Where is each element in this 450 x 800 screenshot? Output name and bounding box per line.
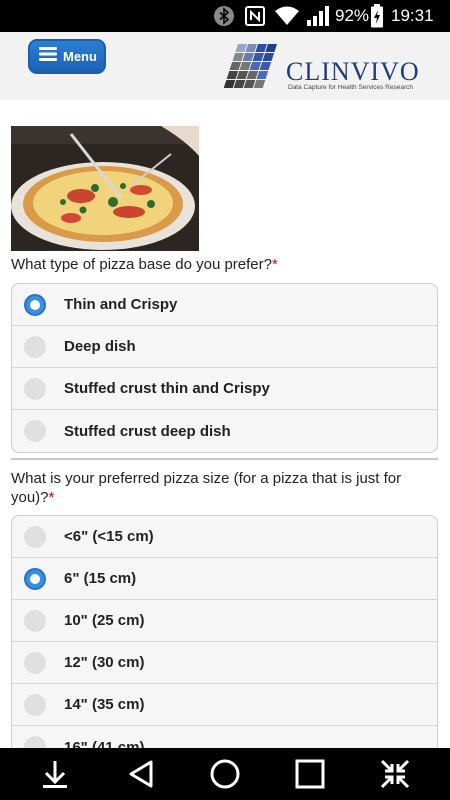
question-text: What type of pizza base do you prefer? — [11, 256, 272, 273]
question-pizza-size: What is your preferred pizza size (for a… — [11, 469, 431, 507]
radio-unselected-icon[interactable] — [24, 377, 46, 400]
navigation-bar — [0, 748, 450, 800]
pizza-image — [11, 126, 199, 251]
logo-wordmark: CLINVIVO — [286, 57, 420, 86]
nfc-icon — [244, 4, 266, 28]
pizza-size-options: <6" (<15 cm) 6" (15 cm) 10" (25 cm) 12" … — [11, 515, 438, 748]
survey-content[interactable]: What type of pizza base do you prefer?* … — [0, 100, 450, 748]
radio-unselected-icon[interactable] — [24, 693, 46, 716]
app-header: Menu CLINVIVO Data Capture for Health Se… — [0, 32, 450, 101]
pizza-base-options: Thin and Crispy Deep dish Stuffed crust … — [11, 283, 438, 453]
radio-unselected-icon[interactable] — [24, 525, 46, 548]
clinvivo-logo: CLINVIVO Data Capture for Health Service… — [223, 44, 430, 96]
option-label: Deep dish — [64, 338, 136, 355]
radio-selected-icon[interactable] — [24, 567, 46, 590]
battery-icon — [369, 4, 385, 28]
option-label: Stuffed crust deep dish — [64, 422, 231, 440]
option-label: 16" (41 cm) — [64, 738, 145, 749]
question-pizza-base: What type of pizza base do you prefer?* — [11, 255, 431, 274]
bluetooth-icon — [213, 4, 235, 28]
radio-unselected-icon[interactable] — [24, 420, 46, 442]
status-bar: 92% 19:31 — [0, 0, 450, 32]
option-label: 14" (35 cm) — [64, 696, 145, 713]
option-label: 10" (25 cm) — [64, 612, 145, 629]
menu-label: Menu — [63, 49, 97, 64]
option-label: Stuffed crust thin and Crispy — [64, 380, 270, 397]
logo-tagline: Data Capture for Health Services Researc… — [288, 84, 414, 91]
wifi-icon — [274, 4, 300, 28]
option-label: 12" (30 cm) — [64, 654, 145, 671]
clock: 19:31 — [391, 6, 434, 25]
battery-percent: 92% — [335, 6, 370, 25]
required-marker: * — [271, 256, 278, 273]
option-label: 6" (15 cm) — [64, 570, 137, 587]
radio-unselected-icon[interactable] — [24, 609, 46, 632]
option-stuffed-crust-deep[interactable]: Stuffed crust deep dish — [12, 410, 437, 452]
menu-button[interactable]: Menu — [28, 39, 106, 74]
question-text: What is your preferred pizza size (for a… — [11, 470, 402, 506]
option-size-16[interactable]: 16" (41 cm) — [12, 726, 437, 748]
radio-unselected-icon[interactable] — [24, 736, 46, 748]
radio-unselected-icon[interactable] — [24, 335, 46, 358]
question-divider — [11, 458, 438, 460]
option-size-6[interactable]: 6" (15 cm) — [12, 558, 437, 600]
home-icon[interactable] — [207, 756, 243, 792]
option-size-10[interactable]: 10" (25 cm) — [12, 600, 437, 642]
option-size-14[interactable]: 14" (35 cm) — [12, 684, 437, 726]
hamburger-icon — [39, 46, 57, 67]
option-label: Thin and Crispy — [64, 296, 178, 313]
radio-selected-icon[interactable] — [24, 293, 46, 316]
option-stuffed-crust-thin[interactable]: Stuffed crust thin and Crispy — [12, 368, 437, 410]
radio-unselected-icon[interactable] — [24, 651, 46, 674]
collapse-icon[interactable] — [377, 756, 413, 792]
signal-icon — [305, 4, 331, 28]
recents-icon[interactable] — [292, 756, 328, 792]
option-label: <6" (<15 cm) — [64, 528, 154, 545]
logo-grid-icon — [223, 44, 277, 88]
download-icon[interactable] — [37, 756, 73, 792]
option-thin-and-crispy[interactable]: Thin and Crispy — [12, 284, 437, 326]
required-marker: * — [48, 489, 55, 506]
back-icon[interactable] — [123, 756, 159, 792]
option-size-12[interactable]: 12" (30 cm) — [12, 642, 437, 684]
option-deep-dish[interactable]: Deep dish — [12, 326, 437, 368]
option-size-under-6[interactable]: <6" (<15 cm) — [12, 516, 437, 558]
